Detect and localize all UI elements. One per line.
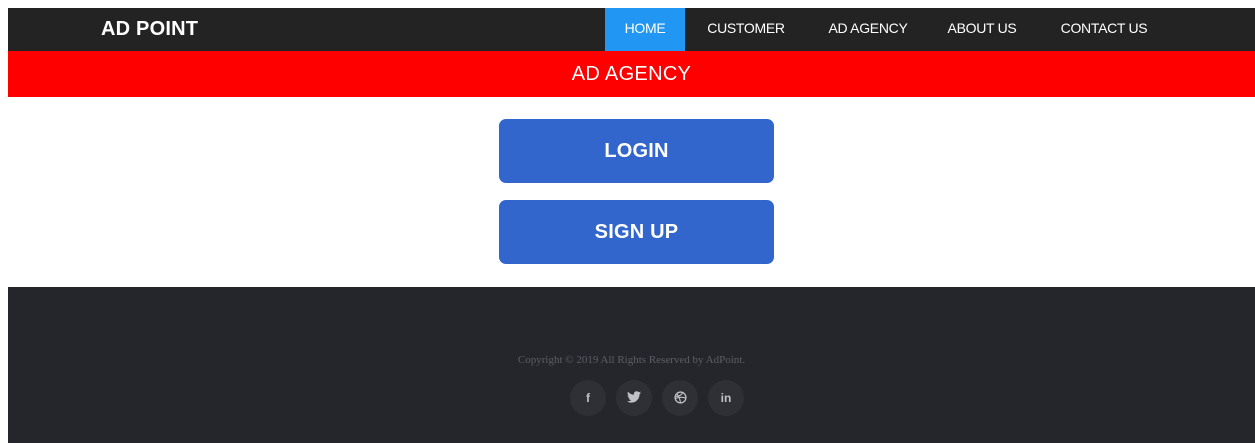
brand-logo[interactable]: AD POINT: [101, 8, 198, 51]
twitter-icon[interactable]: [616, 380, 652, 416]
footer: Copyright © 2019 All Rights Reserved by …: [8, 287, 1255, 443]
signup-button[interactable]: SIGN UP: [499, 200, 774, 264]
facebook-icon[interactable]: f: [570, 380, 606, 416]
nav-contact-us[interactable]: CONTACT US: [1049, 8, 1159, 51]
top-navbar: AD POINT HOME CUSTOMER AD AGENCY ABOUT U…: [8, 8, 1255, 51]
facebook-glyph: f: [586, 391, 590, 405]
linkedin-glyph: in: [720, 391, 732, 405]
nav-about-us[interactable]: ABOUT US: [937, 8, 1027, 51]
nav-ad-agency[interactable]: AD AGENCY: [813, 8, 923, 51]
dribbble-icon[interactable]: [662, 380, 698, 416]
login-button[interactable]: LOGIN: [499, 119, 774, 183]
dribbble-glyph: [673, 391, 687, 404]
nav-home[interactable]: HOME: [605, 8, 685, 51]
page: AD POINT HOME CUSTOMER AD AGENCY ABOUT U…: [8, 8, 1255, 443]
copyright-text: Copyright © 2019 All Rights Reserved by …: [517, 354, 746, 366]
nav-customer[interactable]: CUSTOMER: [696, 8, 796, 51]
twitter-glyph: [627, 391, 641, 403]
page-title-banner: AD AGENCY: [8, 51, 1255, 97]
linkedin-icon[interactable]: in: [708, 380, 744, 416]
